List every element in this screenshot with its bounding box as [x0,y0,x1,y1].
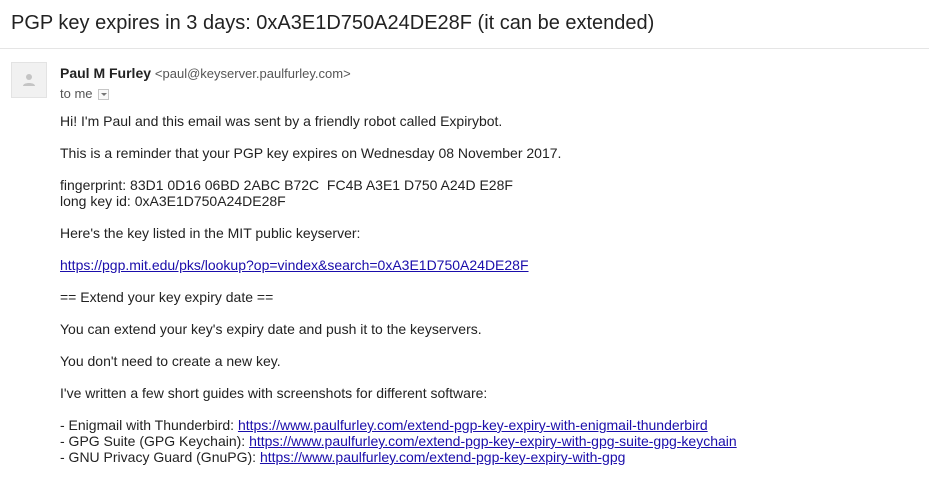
guide-link-gpg-suite[interactable]: https://www.paulfurley.com/extend-pgp-ke… [249,433,737,449]
subject-bar: PGP key expires in 3 days: 0xA3E1D750A24… [0,0,929,49]
recipient-label: to me [60,86,93,101]
guide-label-enigmail: - Enigmail with Thunderbird: [60,417,238,433]
key-listed-text: Here's the key listed in the MIT public … [60,225,361,241]
guide-label-gnupg: - GNU Privacy Guard (GnuPG): [60,449,260,465]
sender-name[interactable]: Paul M Furley [60,65,151,81]
keyserver-link-paragraph: https://pgp.mit.edu/pks/lookup?op=vindex… [60,257,920,273]
person-icon [23,74,35,86]
email-subject: PGP key expires in 3 days: 0xA3E1D750A24… [11,12,655,34]
recipient-line: to me [60,86,109,102]
sender: Paul M Furley <paul@keyserver.paulfurley… [60,64,351,83]
guide-label-gpg-suite: - GPG Suite (GPG Keychain): [60,433,250,449]
guides-list: - Enigmail with Thunderbird: https://www… [60,417,920,465]
fingerprint-text: fingerprint: 83D1 0D16 06BD 2ABC B72C FC… [60,177,513,193]
reminder-text: This is a reminder that your PGP key exp… [60,145,562,161]
chevron-down-icon[interactable] [97,88,109,100]
extend-heading: == Extend your key expiry date == [60,289,274,305]
avatar[interactable] [11,62,47,98]
sender-email: <paul@keyserver.paulfurley.com> [154,66,351,81]
no-new-key-text: You don't need to create a new key. [60,353,281,369]
email-body: Hi! I'm Paul and this email was sent by … [60,113,920,481]
greeting: Hi! I'm Paul and this email was sent by … [60,113,503,129]
keyserver-link[interactable]: https://pgp.mit.edu/pks/lookup?op=vindex… [60,257,529,273]
guides-intro-text: I've written a few short guides with scr… [60,385,488,401]
guide-link-gnupg[interactable]: https://www.paulfurley.com/extend-pgp-ke… [260,449,625,465]
guide-link-enigmail[interactable]: https://www.paulfurley.com/extend-pgp-ke… [238,417,708,433]
key-info: fingerprint: 83D1 0D16 06BD 2ABC B72C FC… [60,177,920,209]
long-key-id-text: long key id: 0xA3E1D750A24DE28F [60,193,286,209]
extend-info-text: You can extend your key's expiry date an… [60,321,482,337]
